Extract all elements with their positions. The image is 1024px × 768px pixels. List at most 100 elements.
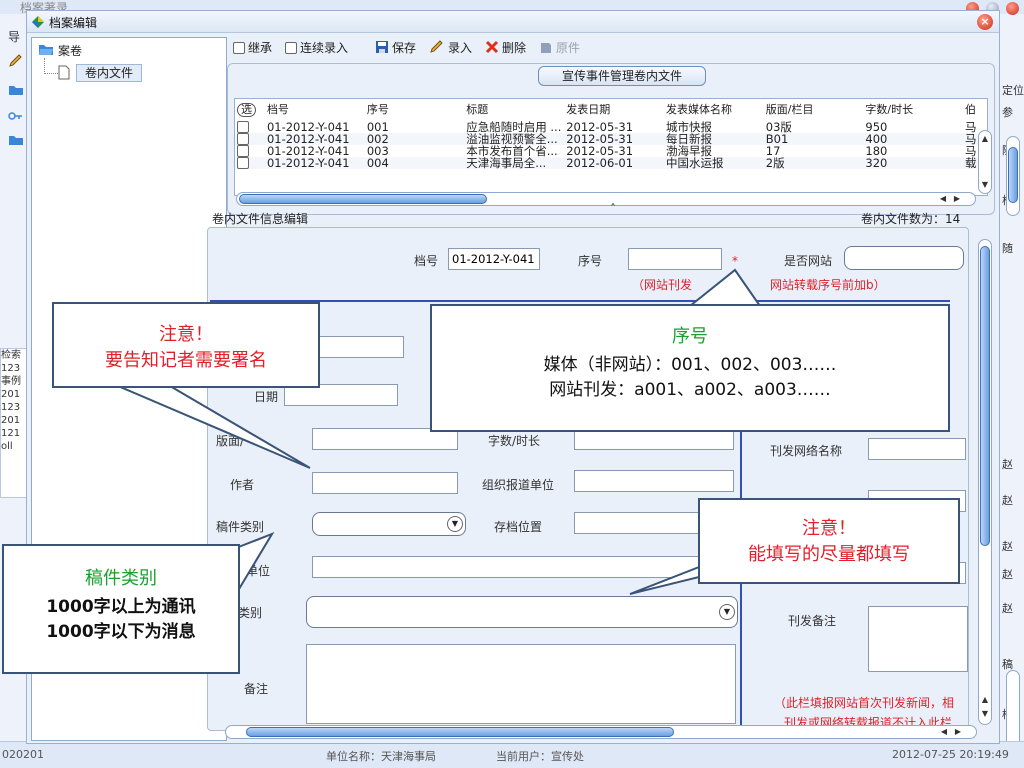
chevron-down-icon[interactable]: ▼ — [719, 604, 735, 620]
save-button[interactable]: 保存 — [375, 39, 416, 56]
column-header[interactable]: 伯 — [963, 99, 987, 121]
table-row[interactable]: 01-2012-Y-041 001 应急船随时启用 ... 2012-05-31 城市快… — [235, 121, 987, 133]
scrollbar-thumb[interactable] — [239, 194, 487, 204]
date-label: 日期 — [254, 390, 279, 404]
note-textarea[interactable] — [306, 644, 736, 724]
dialog-close-button[interactable]: × — [977, 14, 993, 30]
background-close-icon[interactable] — [1006, 2, 1019, 15]
author-input[interactable] — [312, 472, 458, 494]
tree-child-label: 卷内文件 — [76, 64, 143, 82]
net-name-input[interactable] — [868, 438, 966, 460]
is-website-select[interactable] — [844, 246, 964, 270]
list-item[interactable]: 事例 — [1, 375, 27, 388]
list-item[interactable]: 121 — [1, 427, 27, 440]
dialog-titlebar[interactable]: 档案编辑 × — [27, 11, 999, 33]
media-type-select[interactable]: ▼ — [306, 596, 738, 628]
list-item[interactable]: 123 — [1, 401, 27, 414]
org-input[interactable] — [574, 470, 734, 492]
column-header[interactable]: 档号 — [265, 99, 365, 121]
seq-no-input[interactable] — [628, 248, 722, 270]
list-item[interactable]: 检索 — [1, 349, 27, 362]
org-label: 组织报道单位 — [482, 478, 555, 492]
publish-note-textarea[interactable] — [868, 606, 968, 672]
table-row[interactable]: 01-2012-Y-041 004 天津海事局全... 2012-06-01 中国水运报… — [235, 157, 987, 169]
pencil-icon[interactable] — [8, 54, 24, 68]
checkbox-icon[interactable] — [237, 145, 249, 157]
chevron-down-icon[interactable]: ▼ — [447, 516, 463, 532]
scroll-down-icon[interactable]: ▼ — [979, 708, 991, 720]
is-website-label: 是否网站 — [784, 254, 833, 268]
scroll-right-icon[interactable]: ▶ — [951, 193, 963, 205]
scrollbar-thumb[interactable] — [980, 246, 990, 546]
scroll-right-icon[interactable]: ▶ — [952, 726, 964, 738]
column-header[interactable]: 序号 — [365, 99, 464, 121]
inherit-checkbox[interactable]: 继承 — [233, 39, 272, 56]
table-horizontal-scrollbar[interactable]: ◀ ▶ — [236, 192, 976, 206]
storage-input[interactable] — [574, 512, 704, 534]
checkbox-icon[interactable] — [237, 121, 249, 133]
original-button[interactable]: 原件 — [539, 39, 580, 56]
table-cell: 004 — [366, 157, 389, 169]
column-header[interactable]: 字数/时长 — [863, 99, 963, 121]
continuous-entry-checkbox[interactable]: 连续录入 — [285, 39, 348, 56]
status-bar: 020201 单位名称：天津海事局 当前用户：宣传处 2012-07-25 20… — [0, 741, 1024, 768]
document-icon — [58, 65, 70, 80]
key-icon[interactable] — [8, 110, 24, 122]
file-table-panel: 宣传事件管理卷内文件 选 档号 序号 标题 发表日期 发表媒体名称 版面/栏目 … — [227, 63, 995, 215]
column-header[interactable]: 版面/栏目 — [764, 99, 864, 121]
collapse-caret-icon[interactable]: ˆ — [610, 202, 616, 216]
background-right-label: 赵 — [1002, 494, 1013, 507]
enter-button[interactable]: 录入 — [429, 39, 472, 56]
attachment-icon — [541, 43, 551, 53]
row-checkbox-cell[interactable] — [235, 133, 265, 145]
delete-button[interactable]: 删除 — [485, 39, 526, 56]
net-name-label: 刊发网络名称 — [770, 444, 843, 458]
column-header[interactable]: 标题 — [464, 99, 564, 121]
scroll-left-icon[interactable]: ◀ — [937, 193, 949, 205]
table-row[interactable]: 01-2012-Y-041 003 本市发布首个省... 2012-05-31 渤海早报… — [235, 145, 987, 157]
table-cell: 950 — [865, 121, 888, 133]
scroll-left-icon[interactable]: ◀ — [938, 726, 950, 738]
callout-line-1: 1000字以上为通讯 — [46, 597, 196, 617]
background-nav-label[interactable]: 导 — [8, 28, 20, 45]
folder-icon[interactable] — [8, 84, 24, 96]
callout-fill-note: 注意！ 能填写的尽量都填写 — [698, 498, 960, 584]
scroll-down-icon[interactable]: ▼ — [979, 179, 991, 191]
scrollbar-thumb[interactable] — [246, 727, 674, 737]
table-cell: 天津海事局全... — [466, 157, 547, 169]
folder-icon[interactable] — [8, 134, 24, 146]
list-item[interactable]: 201 — [1, 388, 27, 401]
background-search-list: 检索 123 事例 201 123 201 121 oll — [0, 348, 28, 498]
checkbox-icon[interactable] — [237, 157, 249, 169]
form-vertical-scrollbar[interactable]: ▲ ▼ — [978, 239, 992, 725]
manuscript-type-select[interactable]: ▼ — [312, 512, 466, 536]
column-header[interactable]: 发表日期 — [564, 99, 664, 121]
scroll-up-icon[interactable]: ▲ — [979, 694, 991, 706]
table-vertical-scrollbar[interactable]: ▲ ▼ — [978, 130, 992, 194]
scroll-up-icon[interactable]: ▲ — [979, 133, 991, 145]
unit-input[interactable] — [312, 556, 732, 578]
enter-label: 录入 — [448, 41, 473, 55]
table-cell: 溢油监视预警全... — [466, 133, 558, 145]
select-all-button[interactable]: 选 — [237, 103, 256, 117]
background-right-label: 赵 — [1002, 458, 1013, 471]
table-row[interactable]: 01-2012-Y-041 002 溢油监视预警全... 2012-05-31 每日新报… — [235, 133, 987, 145]
pencil-icon — [430, 40, 443, 53]
row-checkbox-cell[interactable] — [235, 121, 265, 133]
tab-file-table[interactable]: 宣传事件管理卷内文件 — [538, 66, 706, 86]
form-horizontal-scrollbar[interactable]: ◀ ▶ — [225, 725, 977, 739]
row-checkbox-cell[interactable] — [235, 157, 265, 169]
callout-sequence-rules: 序号 媒体（非网站）：001、002、003…… 网站刊发：a001、a002、… — [430, 304, 950, 432]
row-checkbox-cell[interactable] — [235, 145, 265, 157]
list-item[interactable]: oll — [1, 440, 27, 453]
archive-no-input[interactable] — [448, 248, 540, 270]
tree-item-file[interactable]: 卷内文件 — [58, 64, 143, 82]
checkbox-icon[interactable] — [237, 133, 249, 145]
tree-item-folder[interactable]: 案卷 — [38, 42, 82, 59]
list-item[interactable]: 123 — [1, 362, 27, 375]
scrollbar-thumb[interactable] — [1008, 147, 1018, 203]
callout-text: 媒体（非网站）：001、002、003…… — [543, 355, 837, 375]
column-header[interactable]: 发表媒体名称 — [664, 99, 764, 121]
list-item[interactable]: 201 — [1, 414, 27, 427]
background-vertical-scrollbar[interactable] — [1006, 136, 1020, 216]
